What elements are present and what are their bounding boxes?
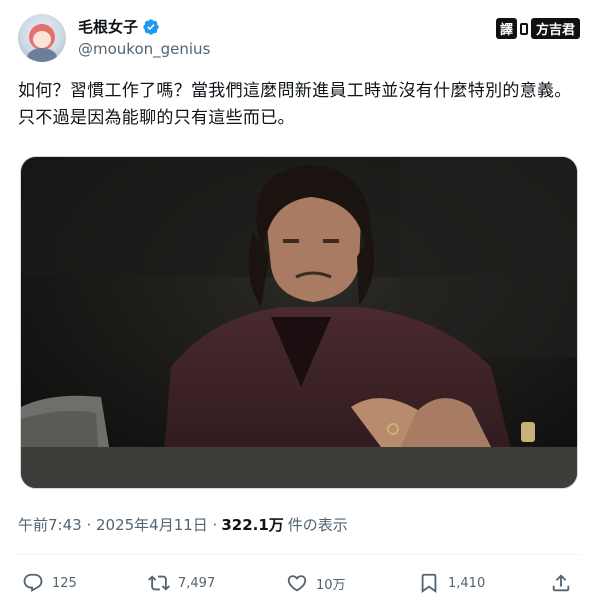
timestamp[interactable]: 午前7:43 · 2025年4月11日 · <box>18 514 217 535</box>
like-icon <box>287 575 307 592</box>
avatar-body <box>27 48 57 62</box>
translator-watermark: 譯 方吉君 <box>495 18 580 39</box>
reply-icon <box>23 573 43 592</box>
like-button[interactable]: 10万 <box>286 566 346 600</box>
action-bar: 125 7,497 10万 1,410 <box>18 566 580 600</box>
verified-badge-icon <box>143 18 159 35</box>
user-handle[interactable]: @moukon_genius <box>78 40 210 58</box>
share-button[interactable] <box>550 566 572 600</box>
bookmark-button[interactable]: 1,410 <box>418 566 485 600</box>
photo-of-man-in-dark-room <box>21 157 577 488</box>
avatar-face <box>33 31 51 48</box>
reply-button[interactable]: 125 <box>22 566 77 600</box>
tweet-media-image[interactable] <box>20 156 578 489</box>
retweet-icon <box>148 575 170 591</box>
tweet-text: 如何？習慣工作了嗎？當我們這麼問新進員工時並沒有什麼特別的意義。只不過是因為能聊… <box>18 81 572 128</box>
watermark-separator <box>519 22 528 35</box>
share-icon <box>552 574 570 592</box>
views-count: 322.1万 <box>221 516 284 534</box>
name-row: 毛根女子 <box>78 16 160 37</box>
views-label: 件の表示 <box>287 516 348 534</box>
display-name[interactable]: 毛根女子 <box>78 16 138 37</box>
divider-top <box>18 554 580 555</box>
retweet-button[interactable]: 7,497 <box>148 566 215 600</box>
bookmark-icon <box>421 573 437 594</box>
tweet-meta: 午前7:43 · 2025年4月11日 · 322.1万 件の表示 <box>18 514 348 535</box>
avatar[interactable] <box>18 14 66 62</box>
watermark-left: 譯 <box>495 18 517 39</box>
retweet-count: 7,497 <box>178 575 216 591</box>
tweet-header: 毛根女子 @moukon_genius 譯 方吉君 <box>18 14 580 64</box>
bookmark-count: 1,410 <box>448 575 486 591</box>
like-count: 10万 <box>316 577 346 593</box>
reply-count: 125 <box>52 575 77 591</box>
watermark-right: 方吉君 <box>530 18 580 39</box>
